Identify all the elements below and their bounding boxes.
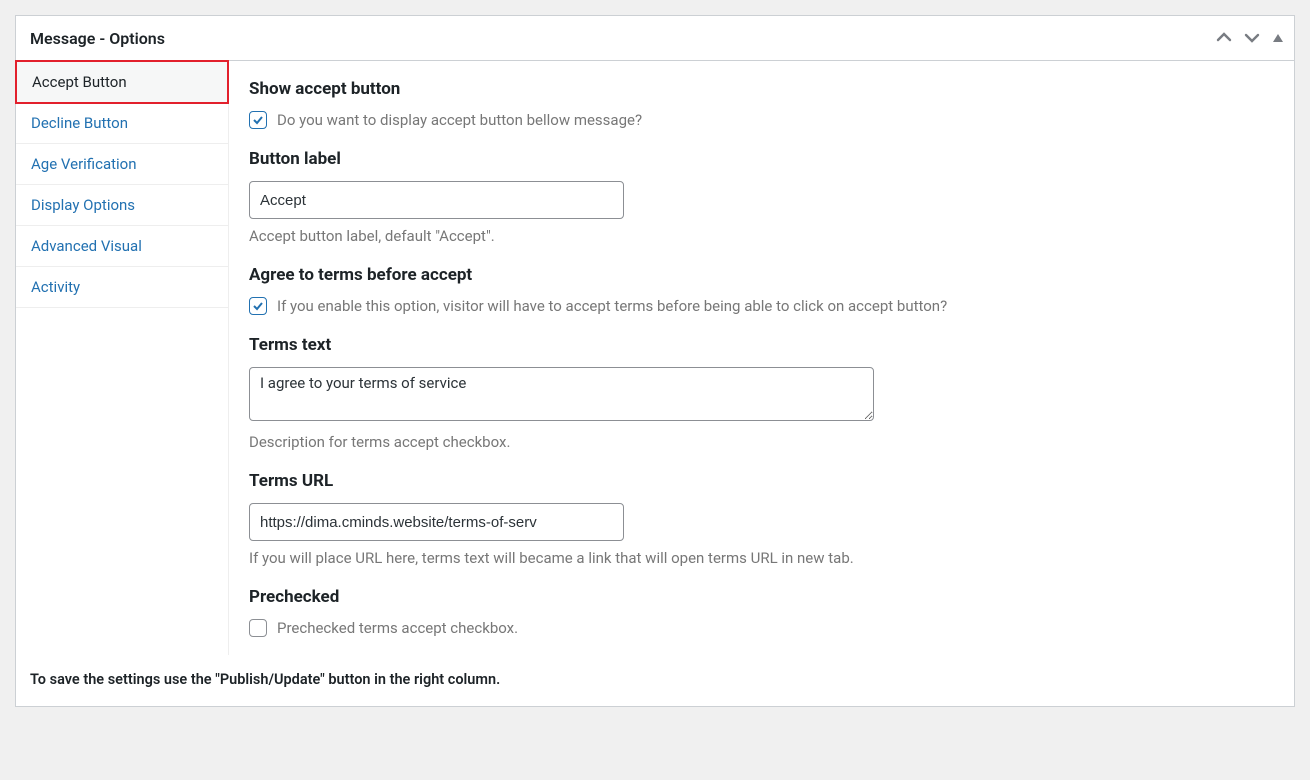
terms-text-desc: Description for terms accept checkbox. (249, 433, 1274, 451)
button-label-input[interactable] (249, 181, 624, 219)
settings-tabs: Accept Button Decline Button Age Verific… (16, 61, 229, 655)
panel-body: Accept Button Decline Button Age Verific… (16, 61, 1294, 655)
section-title: Button label (249, 149, 1274, 169)
panel-footer-note: To save the settings use the "Publish/Up… (16, 655, 1294, 706)
section-title: Agree to terms before accept (249, 265, 1274, 285)
message-options-panel: Message - Options Accept Button Decline … (15, 15, 1295, 707)
collapse-triangle-icon[interactable] (1272, 30, 1284, 46)
show-accept-label: Do you want to display accept button bel… (277, 111, 642, 129)
chevron-down-icon[interactable] (1244, 30, 1260, 46)
section-button-label: Button label Accept button label, defaul… (249, 149, 1274, 245)
tab-age-verification[interactable]: Age Verification (16, 144, 228, 185)
panel-header-controls (1216, 30, 1284, 46)
section-terms-url: Terms URL If you will place URL here, te… (249, 471, 1274, 567)
prechecked-label: Prechecked terms accept checkbox. (277, 619, 518, 637)
tab-display-options[interactable]: Display Options (16, 185, 228, 226)
section-title: Show accept button (249, 79, 1274, 99)
prechecked-checkbox[interactable] (249, 619, 267, 637)
terms-url-input[interactable] (249, 503, 624, 541)
panel-title: Message - Options (30, 29, 165, 48)
agree-terms-label: If you enable this option, visitor will … (277, 297, 947, 315)
show-accept-checkbox[interactable] (249, 111, 267, 129)
button-label-desc: Accept button label, default "Accept". (249, 227, 1274, 245)
terms-text-input[interactable] (249, 367, 874, 421)
section-title: Terms text (249, 335, 1274, 355)
section-agree-terms: Agree to terms before accept If you enab… (249, 265, 1274, 315)
section-show-accept-button: Show accept button Do you want to displa… (249, 79, 1274, 129)
section-terms-text: Terms text Description for terms accept … (249, 335, 1274, 451)
tab-decline-button[interactable]: Decline Button (16, 103, 228, 144)
chevron-up-icon[interactable] (1216, 30, 1232, 46)
tab-advanced-visual[interactable]: Advanced Visual (16, 226, 228, 267)
section-title: Terms URL (249, 471, 1274, 491)
agree-terms-checkbox[interactable] (249, 297, 267, 315)
tab-activity[interactable]: Activity (16, 267, 228, 308)
tab-accept-button[interactable]: Accept Button (15, 60, 229, 104)
section-prechecked: Prechecked Prechecked terms accept check… (249, 587, 1274, 637)
panel-header: Message - Options (16, 16, 1294, 61)
settings-content: Show accept button Do you want to displa… (229, 61, 1294, 655)
terms-url-desc: If you will place URL here, terms text w… (249, 549, 1274, 567)
section-title: Prechecked (249, 587, 1274, 607)
